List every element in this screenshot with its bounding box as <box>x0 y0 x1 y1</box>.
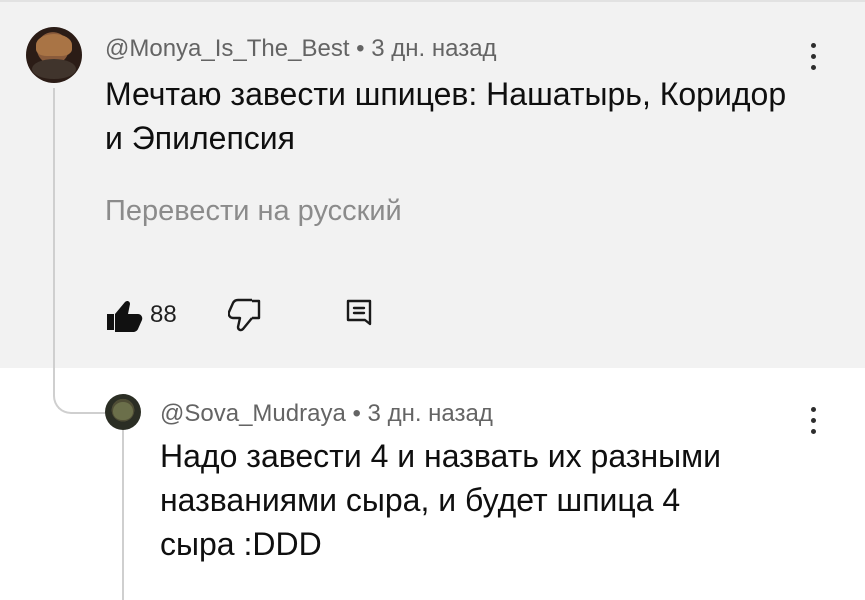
meta-separator: • <box>352 400 361 427</box>
menu-dot <box>810 54 816 59</box>
reply-comment-text: Надо завести 4 и назвать их разными назв… <box>160 434 721 566</box>
menu-dot <box>810 407 816 412</box>
reply-avatar[interactable] <box>105 394 141 430</box>
reply-text-line: сыра :DDD <box>160 526 322 562</box>
avatar-bird-shape <box>113 402 133 420</box>
reply-text-line: названиями сыра, и будет шпица 4 <box>160 482 681 518</box>
avatar-shadow-shape <box>32 59 76 79</box>
reply-connector <box>53 368 107 414</box>
menu-dot <box>810 418 816 423</box>
translate-link[interactable]: Перевести на русский <box>105 193 402 229</box>
avatar-hair-shape <box>36 34 72 56</box>
reply-time: 3 дн. назад <box>367 400 493 427</box>
reply-author[interactable]: @Sova_Mudraya <box>160 400 346 427</box>
reply-thread-line <box>122 430 124 600</box>
parent-text-line: и Эпилепсия <box>105 120 295 156</box>
parent-text-line: Мечтаю завести шпицев: Нашатырь, Коридор <box>105 76 787 112</box>
parent-author[interactable]: @Monya_Is_The_Best <box>105 35 350 62</box>
reply-text-line: Надо завести 4 и назвать их разными <box>160 438 721 474</box>
parent-time: 3 дн. назад <box>371 35 497 62</box>
meta-separator: • <box>356 35 365 62</box>
menu-dot <box>810 43 816 48</box>
parent-avatar[interactable] <box>26 27 82 83</box>
reply-comment-meta: @Sova_Mudraya • 3 дн. назад <box>160 400 493 428</box>
more-vert-icon[interactable] <box>808 43 818 77</box>
more-vert-icon[interactable] <box>808 407 818 441</box>
thumb-up-icon[interactable] <box>105 298 143 332</box>
thread-line <box>53 88 55 386</box>
parent-comment-meta: @Monya_Is_The_Best • 3 дн. назад <box>105 35 497 63</box>
menu-dot <box>810 429 816 434</box>
parent-comment-text: Мечтаю завести шпицев: Нашатырь, Коридор… <box>105 72 786 160</box>
thumb-down-icon[interactable] <box>228 298 262 332</box>
menu-dot <box>810 65 816 70</box>
like-count: 88 <box>150 301 177 328</box>
reply-icon[interactable] <box>343 298 375 332</box>
